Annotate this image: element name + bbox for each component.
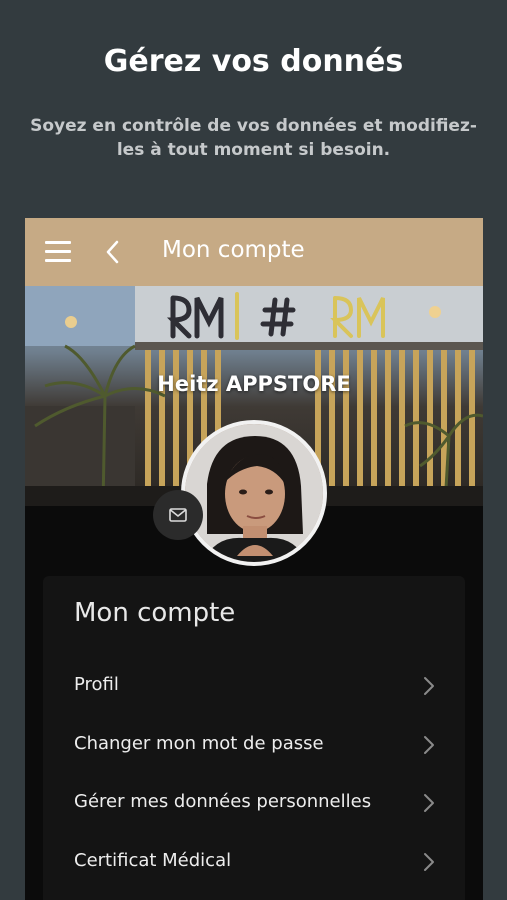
chevron-right-icon <box>424 736 434 754</box>
menu-item-medical-certificate[interactable]: Certificat Médical <box>43 836 465 888</box>
hamburger-menu-icon[interactable] <box>45 241 71 263</box>
menu-item-profil[interactable]: Profil <box>43 660 465 712</box>
menu-item-label: Changer mon mot de passe <box>74 733 324 754</box>
profile-avatar[interactable] <box>181 420 327 566</box>
account-card-title: Mon compte <box>74 598 236 628</box>
envelope-icon[interactable] <box>153 490 203 540</box>
menu-item-change-password[interactable]: Changer mon mot de passe <box>43 719 465 771</box>
app-bar-title: Mon compte <box>162 237 305 263</box>
chevron-right-icon <box>424 794 434 812</box>
chevron-left-icon[interactable] <box>101 238 125 266</box>
menu-item-label: Certificat Médical <box>74 850 232 871</box>
profile-name: Heitz APPSTORE <box>157 372 351 396</box>
promo-headline: Gérez vos donnés <box>103 44 404 79</box>
menu-item-label: Gérer mes données personnelles <box>74 791 372 812</box>
app-screen: Mon compte Heitz APPSTORE Mon compte Pro… <box>25 218 483 900</box>
app-bar: Mon compte <box>25 218 483 286</box>
menu-item-label: Profil <box>74 674 119 695</box>
account-card: Mon compte Profil Changer mon mot de pas… <box>43 576 465 900</box>
chevron-right-icon <box>424 853 434 871</box>
chevron-right-icon <box>424 677 434 695</box>
menu-item-personal-data[interactable]: Gérer mes données personnelles <box>43 777 465 829</box>
promo-subline: Soyez en contrôle de vos données et modi… <box>30 116 477 160</box>
